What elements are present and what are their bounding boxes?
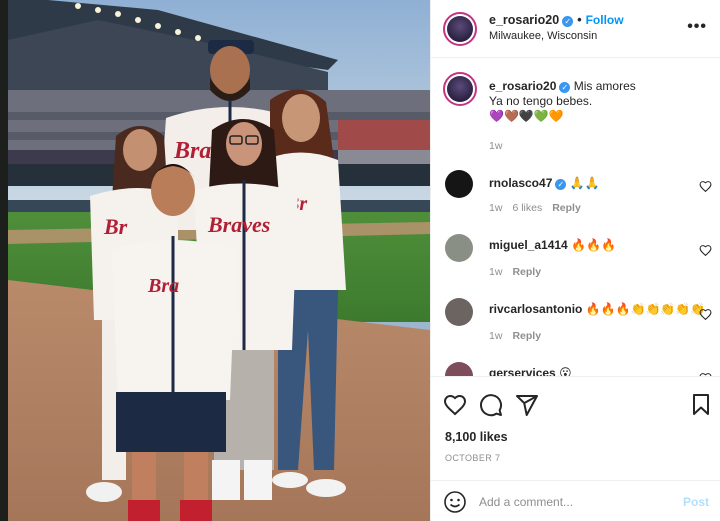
comment-like-heart-icon[interactable] [699,244,712,257]
heart-icon[interactable] [443,393,467,417]
location-link[interactable]: Milwaukee, Wisconsin [489,30,597,42]
avatar-image [447,16,473,42]
reply-button[interactable]: Reply [512,266,541,278]
verified-badge-icon: ✓ [555,179,567,190]
header-user-line: e_rosario20 ✓ • Follow [489,13,624,27]
left-edge-strip [0,0,8,521]
post-photo[interactable]: Bra Br Br Brave [8,0,430,521]
caption-meta: 1w [489,140,512,152]
author-username[interactable]: e_rosario20 [489,13,559,27]
verified-badge-icon: ✓ [562,16,574,27]
comment-meta: 1w Reply [489,330,551,342]
verified-badge-icon: ✓ [559,82,571,93]
more-options-icon[interactable]: ••• [687,18,707,36]
comment-username[interactable]: rivcarlosantonio [489,302,582,316]
comment-time: 1w [489,330,503,342]
comment-time: 1w [489,202,503,214]
caption-line-2: Ya no tengo bebes. [489,94,593,108]
comment-body: 🔥🔥🔥 [571,238,616,252]
caption-hearts: 💜🤎🖤💚🧡 [489,109,564,123]
caption-text: e_rosario20 ✓ Mis amores Ya no tengo bebe… [489,79,636,124]
comment-time: 1w [489,266,503,278]
post-date: OCTOBER 7 [445,453,501,463]
post-details-panel: e_rosario20 ✓ • Follow Milwaukee, Wisconsin… [430,0,720,521]
svg-text:Bra: Bra [173,138,211,164]
comment-body: 🙏🙏 [569,176,600,190]
action-bar [431,376,720,420]
post-header: e_rosario20 ✓ • Follow Milwaukee, Wisconsin… [431,0,720,58]
comment-username[interactable]: rnolasco47 [489,176,552,190]
commenter-avatar[interactable] [445,234,473,262]
post-comment-button[interactable]: Post [683,495,709,509]
commenter-avatar[interactable] [445,170,473,198]
author-avatar[interactable] [443,12,477,46]
dot-separator: • [577,13,582,27]
comment-bubble-icon[interactable] [479,393,503,417]
comment-like-heart-icon[interactable] [699,308,712,321]
family-stadium-photo: Bra Br Br Brave [8,0,430,521]
svg-text:Br: Br [103,214,128,239]
reply-button[interactable]: Reply [552,202,581,214]
follow-button[interactable]: Follow [586,13,624,27]
caption-avatar[interactable] [443,72,477,106]
commenter-avatar[interactable] [445,298,473,326]
comment-likes[interactable]: 6 likes [512,202,542,214]
avatar-image [447,76,473,102]
comment-input[interactable] [479,493,659,511]
comment-username[interactable]: gerservices [489,366,556,376]
comments-list[interactable]: e_rosario20 ✓ Mis amores Ya no tengo bebe… [431,58,720,376]
caption-username[interactable]: e_rosario20 [489,79,556,93]
comment-meta: 1w Reply [489,266,551,278]
caption-line-1: Mis amores [573,79,636,93]
comment-text: rivcarlosantonio 🔥🔥🔥👏👏👏👏👏 [489,302,705,317]
comment-meta: 1w 6 likes Reply [489,202,591,214]
comment-text: gerservices 😮 [489,366,572,376]
reply-button[interactable]: Reply [512,330,541,342]
smiley-icon[interactable] [443,490,467,514]
add-comment-bar: Post [431,480,720,521]
caption-time: 1w [489,140,503,152]
svg-text:Bra: Bra [147,275,179,297]
commenter-avatar[interactable] [445,362,473,376]
comment-body: 😮 [559,366,572,376]
bookmark-icon[interactable] [689,393,713,417]
svg-text:Braves: Braves [207,212,270,237]
comment-body: 🔥🔥🔥👏👏👏👏👏 [585,302,706,316]
comment-like-heart-icon[interactable] [699,180,712,193]
comment-username[interactable]: miguel_a1414 [489,238,568,252]
paper-plane-icon[interactable] [515,393,539,417]
likes-count[interactable]: 8,100 likes [445,430,508,444]
comment-text: miguel_a1414 🔥🔥🔥 [489,238,616,253]
comment-text: rnolasco47 ✓ 🙏🙏 [489,176,600,191]
